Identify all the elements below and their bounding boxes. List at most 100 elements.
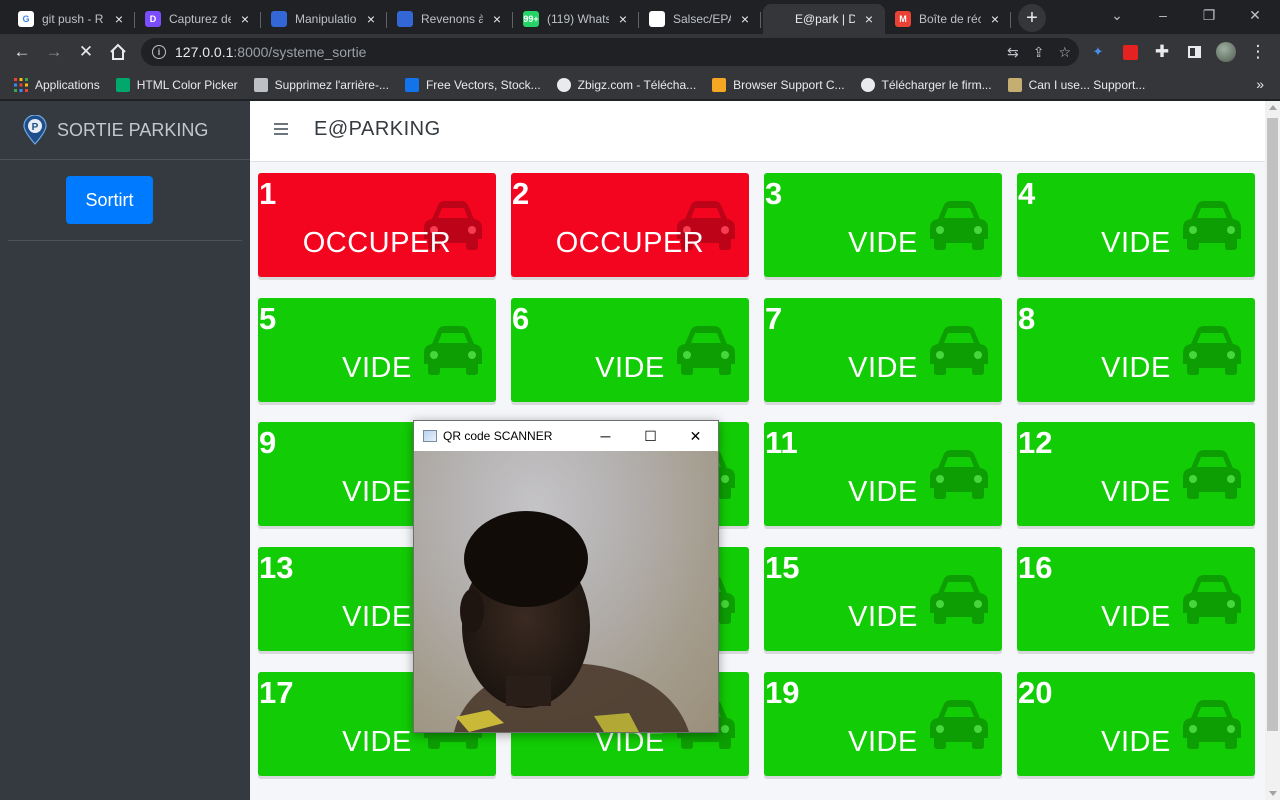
qr-minimize-button[interactable]: ─ xyxy=(583,421,628,451)
forward-button[interactable]: → xyxy=(40,38,68,66)
tab-close-icon[interactable]: × xyxy=(737,11,753,27)
spot-number: 4 xyxy=(1018,176,1036,211)
bookmark-item[interactable]: Free Vectors, Stock... xyxy=(404,77,541,92)
new-tab-button[interactable]: + xyxy=(1018,4,1046,32)
browser-tab[interactable]: 99+ (119) Whats × xyxy=(515,4,639,34)
side-panel-icon[interactable] xyxy=(1180,38,1208,66)
scroll-up-arrow[interactable] xyxy=(1269,105,1277,110)
spot-number: 6 xyxy=(512,301,530,336)
browser-tab[interactable]: Salsec/EPAR × xyxy=(641,4,761,34)
bookmark-item[interactable]: Télécharger le firm... xyxy=(860,77,992,92)
profile-avatar[interactable] xyxy=(1212,38,1240,66)
parking-spot-card[interactable]: 1 OCCUPER xyxy=(258,173,496,277)
extension-red-icon[interactable] xyxy=(1116,38,1144,66)
minimize-window-button[interactable]: – xyxy=(1140,4,1186,26)
tab-separator xyxy=(760,12,761,28)
menu-kebab-icon[interactable]: ⋮ xyxy=(1244,38,1272,66)
tab-close-icon[interactable]: × xyxy=(363,11,379,27)
tab-close-icon[interactable]: × xyxy=(237,11,253,27)
tab-close-icon[interactable]: × xyxy=(489,11,505,27)
tab-separator xyxy=(638,12,639,28)
more-bookmarks-icon[interactable]: » xyxy=(1256,76,1264,92)
browser-tab[interactable]: M Boîte de réc × xyxy=(887,4,1011,34)
parking-spot-card[interactable]: 16 VIDE xyxy=(1017,547,1255,651)
bookmark-item[interactable]: Applications xyxy=(14,77,100,92)
tab-separator xyxy=(1010,12,1011,28)
browser-tab[interactable]: E@park | Da × xyxy=(763,4,885,34)
parking-spot-card[interactable]: 6 VIDE xyxy=(511,298,749,402)
bookmark-item[interactable]: Supprimez l'arrière-... xyxy=(253,77,389,92)
browser-tab[interactable]: Ggit push - R × xyxy=(10,4,135,34)
parking-spot-card[interactable]: 3 VIDE xyxy=(764,173,1002,277)
parking-spot-card[interactable]: 11 VIDE xyxy=(764,422,1002,526)
spot-status: VIDE xyxy=(848,601,918,633)
tab-close-icon[interactable]: × xyxy=(111,11,127,27)
spot-status: VIDE xyxy=(848,726,918,758)
bookmark-item[interactable]: Browser Support C... xyxy=(712,77,845,92)
scrollbar-thumb[interactable] xyxy=(1267,118,1278,731)
sortir-button[interactable]: Sortirt xyxy=(66,176,153,224)
translate-icon[interactable]: ⇆ xyxy=(1007,44,1019,61)
parking-spot-card[interactable]: 7 VIDE xyxy=(764,298,1002,402)
spot-status: VIDE xyxy=(848,227,918,259)
bookmark-star-icon[interactable]: ☆ xyxy=(1058,44,1071,61)
parking-spot-card[interactable]: 8 VIDE xyxy=(1017,298,1255,402)
stop-loading-button[interactable]: ✕ xyxy=(72,38,100,66)
bookmark-item[interactable]: Can I use... Support... xyxy=(1007,77,1145,92)
parking-spot-card[interactable]: 5 VIDE xyxy=(258,298,496,402)
spot-status: VIDE xyxy=(848,352,918,384)
parking-spot-card[interactable]: 15 VIDE xyxy=(764,547,1002,651)
share-icon[interactable]: ⇪ xyxy=(1033,44,1045,61)
qr-maximize-button[interactable]: ☐ xyxy=(628,421,673,451)
spot-number: 5 xyxy=(259,301,277,336)
parking-spot-card[interactable]: 19 VIDE xyxy=(764,672,1002,776)
spot-number: 12 xyxy=(1018,425,1053,460)
browser-tab[interactable]: Revenons à × xyxy=(389,4,513,34)
svg-text:P: P xyxy=(32,122,39,133)
bookmark-item[interactable]: Zbigz.com - Télécha... xyxy=(556,77,696,92)
restore-window-button[interactable]: ❐ xyxy=(1186,4,1232,26)
parking-spot-card[interactable]: 4 VIDE xyxy=(1017,173,1255,277)
tab-close-icon[interactable]: × xyxy=(615,11,631,27)
spot-number: 7 xyxy=(765,301,783,336)
address-bar[interactable]: i 127.0.0.1:8000/systeme_sortie ⇆ ⇪ ☆ xyxy=(141,38,1079,66)
tab-title: Boîte de réc xyxy=(919,12,981,26)
spot-status: VIDE xyxy=(342,352,412,384)
tab-favicon-icon xyxy=(649,11,665,27)
tab-favicon-icon xyxy=(271,11,287,27)
brand-text: SORTIE PARKING xyxy=(57,119,209,140)
parking-spot-card[interactable]: 2 OCCUPER xyxy=(511,173,749,277)
tab-close-icon[interactable]: × xyxy=(861,11,877,27)
tab-title: Salsec/EPAR xyxy=(673,12,731,26)
webcam-feed xyxy=(414,451,718,732)
webcam-person-image xyxy=(454,511,689,732)
back-button[interactable]: ← xyxy=(8,38,36,66)
brand[interactable]: P SORTIE PARKING xyxy=(0,101,250,160)
d-icon xyxy=(712,77,727,92)
navbar-title: E@PARKING xyxy=(314,118,441,140)
browser-tab[interactable]: Manipulatio × xyxy=(263,4,387,34)
extension-icon[interactable]: ✦ xyxy=(1084,38,1112,66)
parking-spot-card[interactable]: 12 VIDE xyxy=(1017,422,1255,526)
tab-separator xyxy=(134,12,135,28)
bookmark-item[interactable]: HTML Color Picker xyxy=(115,77,238,92)
qr-close-button[interactable]: ✕ xyxy=(673,421,718,451)
parking-spot-card[interactable]: 20 VIDE xyxy=(1017,672,1255,776)
tab-search-button[interactable]: ⌄ xyxy=(1094,4,1140,26)
close-window-button[interactable]: ✕ xyxy=(1232,4,1278,26)
browser-tab[interactable]: D Capturez de × xyxy=(137,4,261,34)
qr-window-titlebar[interactable]: QR code SCANNER ─ ☐ ✕ xyxy=(414,421,718,451)
home-button[interactable] xyxy=(104,38,132,66)
tab-close-icon[interactable]: × xyxy=(987,11,1003,27)
bookmark-label: HTML Color Picker xyxy=(136,77,238,92)
site-info-icon[interactable]: i xyxy=(152,45,166,59)
page-scrollbar[interactable] xyxy=(1265,101,1280,800)
spot-status: VIDE xyxy=(1101,601,1171,633)
extensions-puzzle-icon[interactable]: ✚ xyxy=(1148,38,1176,66)
globe-icon xyxy=(860,77,875,92)
bookmark-label: Applications xyxy=(35,77,100,92)
hamburger-menu-icon[interactable] xyxy=(274,123,288,135)
tab-title: Manipulatio xyxy=(295,12,357,26)
scroll-down-arrow[interactable] xyxy=(1269,791,1277,796)
window-app-icon xyxy=(423,430,437,442)
